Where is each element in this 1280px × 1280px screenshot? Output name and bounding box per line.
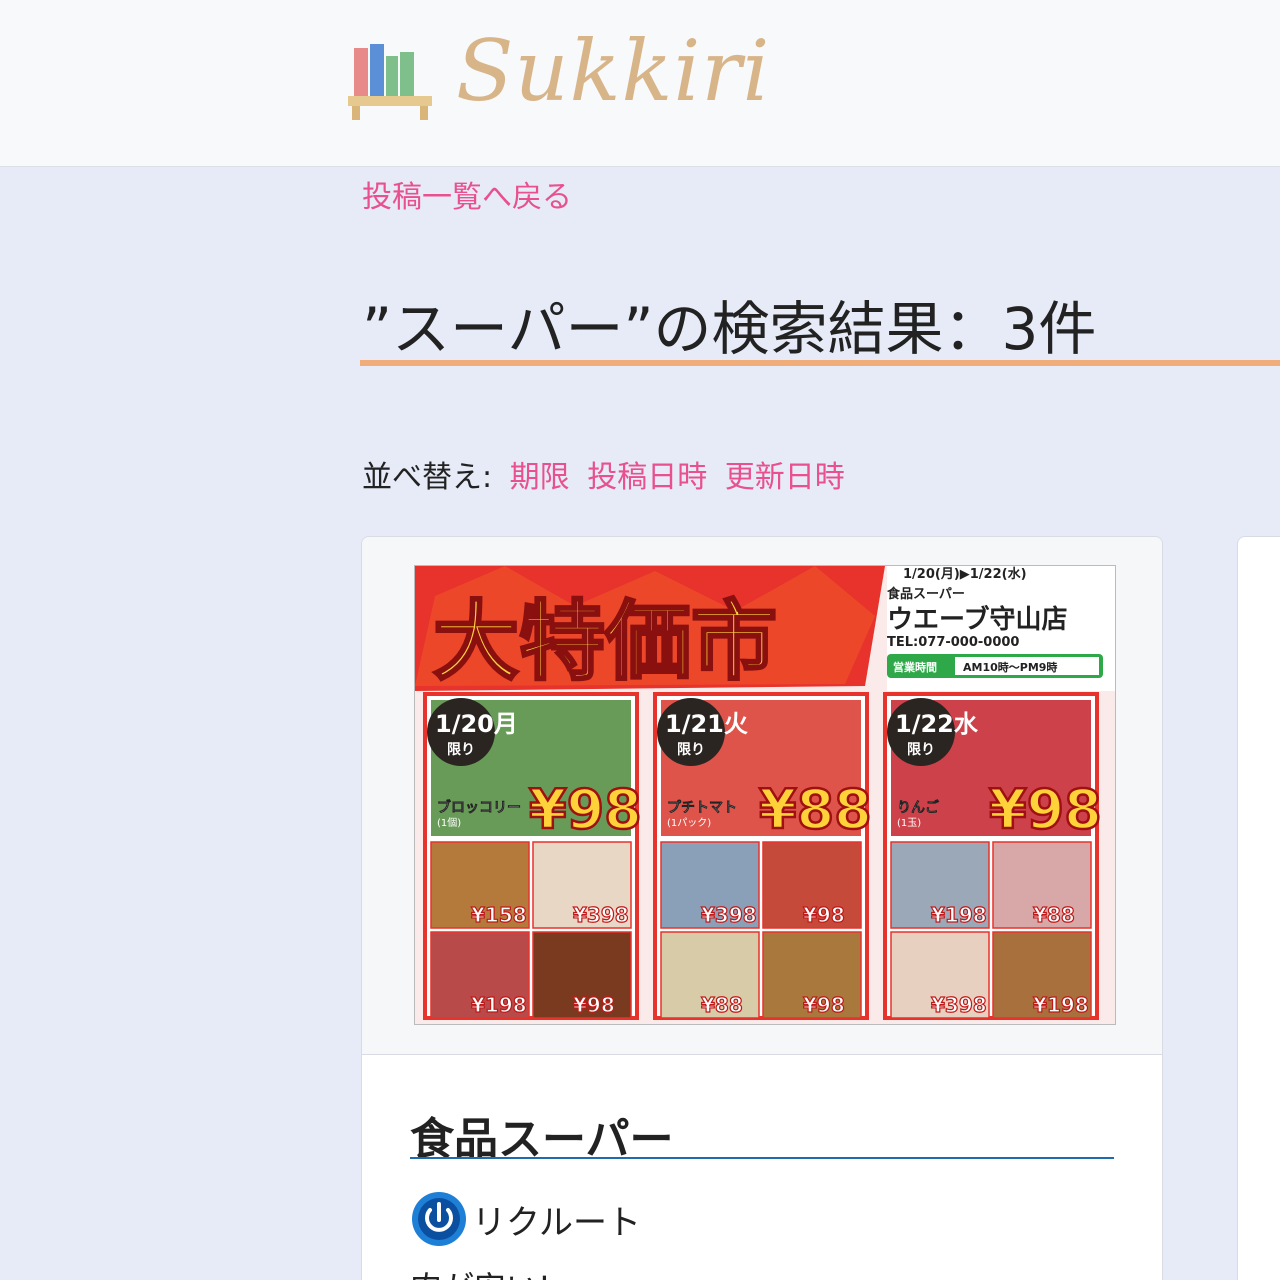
flyer-item-price: ¥88 bbox=[701, 993, 743, 1017]
flyer-item-price: ¥398 bbox=[573, 903, 629, 927]
site-logo-text[interactable]: Sukkiri bbox=[456, 22, 770, 120]
flyer-store-name: ウエーブ守山店 bbox=[887, 604, 1067, 635]
flyer-item-price: ¥398 bbox=[701, 903, 757, 927]
post-snippet: 肉が安い! bbox=[410, 1263, 551, 1280]
card-divider bbox=[362, 1054, 1162, 1055]
post-flyer-image[interactable]: 大特価市 1/20(月)▶1/22(水) 食品スーパー ウエーブ守山店 TEL:… bbox=[414, 565, 1116, 1025]
flyer-day-unit: (1個) bbox=[437, 816, 461, 829]
flyer-tel: TEL:077-000-0000 bbox=[887, 635, 1019, 650]
flyer-day-product: ブロッコリー bbox=[437, 799, 521, 816]
flyer-day-unit: (1パック) bbox=[667, 817, 711, 829]
flyer-store-type: 食品スーパー bbox=[887, 586, 965, 602]
sort-option-updated-at[interactable]: 更新日時 bbox=[725, 460, 845, 495]
flyer-hours: AM10時〜PM9時 bbox=[963, 660, 1057, 674]
flyer-dates: 1/20(月)▶1/22(水) bbox=[903, 566, 1027, 582]
power-icon bbox=[412, 1192, 466, 1246]
flyer-item-price: ¥88 bbox=[1033, 903, 1075, 927]
flyer-day-price: ¥98 bbox=[529, 778, 642, 841]
page-title: ”スーパー”の検索結果：3件 bbox=[362, 295, 1097, 363]
bookshelf-logo-icon[interactable] bbox=[348, 40, 432, 122]
flyer-graphic: 大特価市 1/20(月)▶1/22(水) 食品スーパー ウエーブ守山店 TEL:… bbox=[415, 566, 1115, 1024]
flyer-item-price: ¥398 bbox=[931, 993, 987, 1017]
flyer-day-product: りんご bbox=[897, 799, 940, 816]
flyer-hours-label: 営業時間 bbox=[893, 660, 937, 674]
flyer-day-date: 1/20月 bbox=[435, 710, 518, 738]
flyer-day-limit: 限り bbox=[677, 742, 705, 758]
post-image-area: 大特価市 1/20(月)▶1/22(水) 食品スーパー ウエーブ守山店 TEL:… bbox=[362, 537, 1162, 1054]
flyer-day-unit: (1玉) bbox=[897, 818, 921, 829]
flyer-day-limit: 限り bbox=[907, 742, 935, 758]
post-card[interactable]: 大特価市 1/20(月)▶1/22(水) 食品スーパー ウエーブ守山店 TEL:… bbox=[361, 536, 1163, 1280]
flyer-day-price: ¥88 bbox=[759, 778, 872, 841]
flyer-day-price: ¥98 bbox=[989, 778, 1102, 841]
flyer-item-price: ¥198 bbox=[931, 903, 987, 927]
flyer-item-price: ¥98 bbox=[803, 993, 845, 1017]
flyer-item-price: ¥158 bbox=[471, 903, 527, 927]
flyer-day-date: 1/22水 bbox=[895, 710, 979, 738]
flyer-day-limit: 限り bbox=[447, 742, 475, 758]
flyer-item-price: ¥98 bbox=[803, 903, 845, 927]
site-header: Sukkiri bbox=[0, 0, 1280, 167]
sort-option-deadline[interactable]: 期限 bbox=[510, 460, 570, 495]
author-name: リクルート bbox=[472, 1202, 641, 1243]
title-underline bbox=[360, 360, 1280, 366]
flyer-day-date: 1/21火 bbox=[665, 710, 748, 738]
flyer-day-product: プチトマト bbox=[667, 800, 737, 816]
post-title-underline bbox=[410, 1157, 1114, 1159]
post-author[interactable]: リクルート bbox=[410, 1191, 641, 1247]
sort-label: 並べ替え: bbox=[362, 460, 493, 495]
flyer-item-price: ¥198 bbox=[1033, 993, 1089, 1017]
flyer-item-price: ¥198 bbox=[471, 993, 527, 1017]
sort-option-posted-at[interactable]: 投稿日時 bbox=[587, 460, 707, 495]
flyer-headline: 大特価市 bbox=[433, 592, 777, 692]
back-to-posts-link[interactable]: 投稿一覧へ戻る bbox=[362, 172, 572, 216]
flyer-item-price: ¥98 bbox=[573, 993, 615, 1017]
post-card-next[interactable] bbox=[1237, 536, 1280, 1280]
sort-bar: 並べ替え: 期限 投稿日時 更新日時 bbox=[362, 452, 845, 496]
